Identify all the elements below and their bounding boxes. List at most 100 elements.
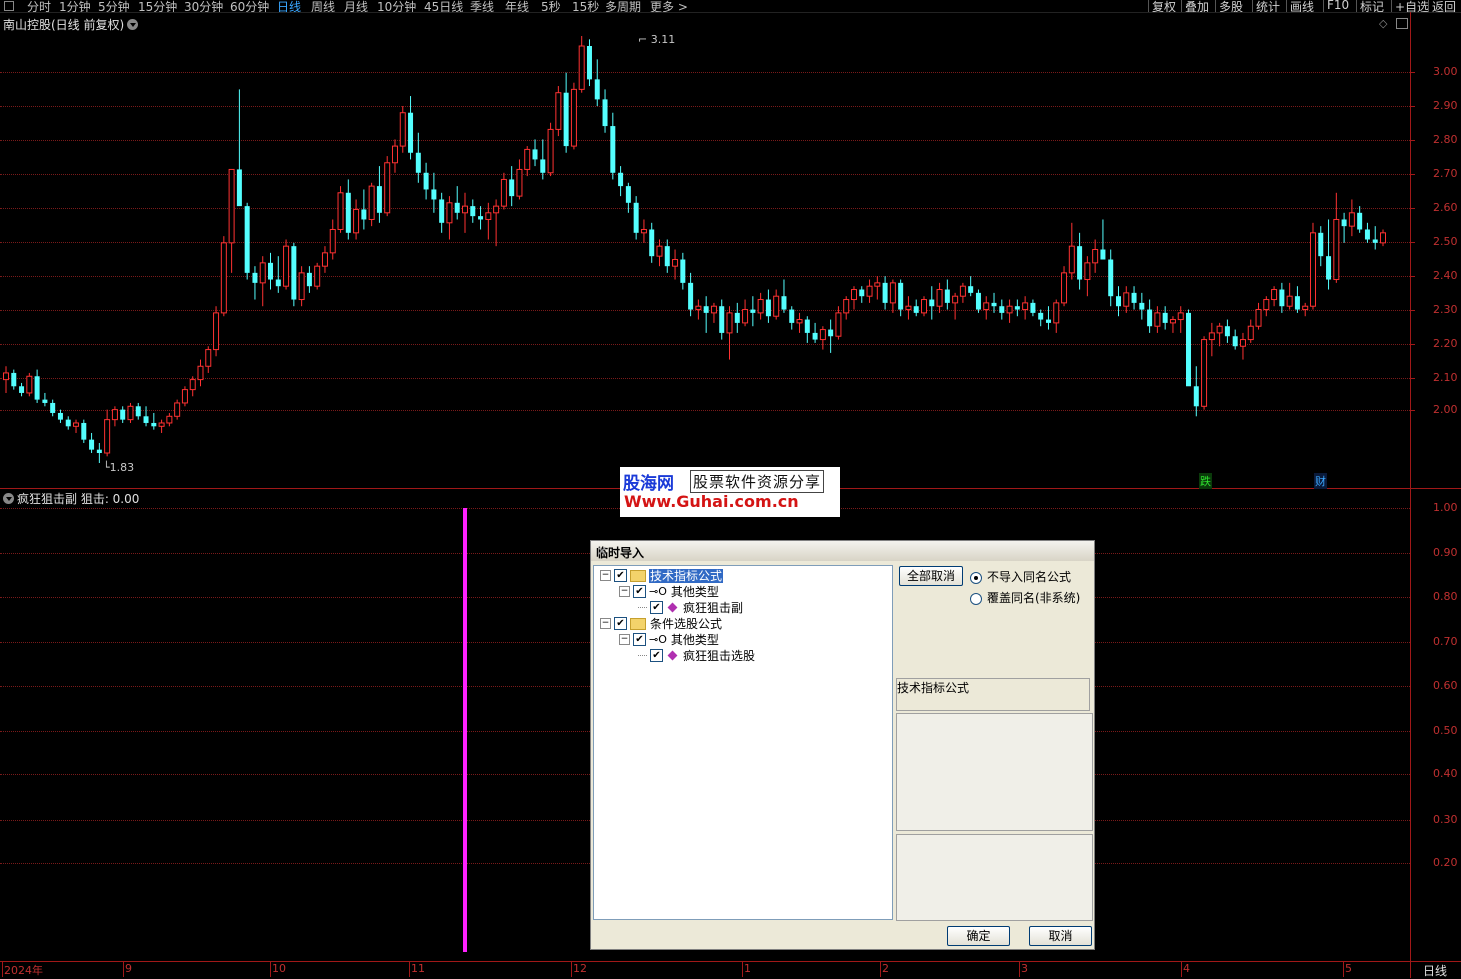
- candle-body: [120, 409, 126, 420]
- cancel-button[interactable]: 取消: [1029, 926, 1092, 946]
- x-tick-mark: [880, 962, 881, 977]
- detail-panel[interactable]: [896, 834, 1093, 921]
- candle-body: [252, 272, 258, 283]
- indicator-title[interactable]: 疯狂狙击副 狙击: 0.00: [3, 490, 139, 507]
- candle-body: [158, 422, 165, 427]
- candle-body: [672, 259, 679, 267]
- tree-node-label: 技术指标公式: [649, 569, 724, 583]
- radio-empty-icon: [970, 592, 982, 605]
- marker-die[interactable]: 跌: [1199, 473, 1212, 489]
- candle-body: [866, 285, 873, 297]
- candle-body: [57, 412, 63, 420]
- candle-body: [431, 189, 437, 200]
- tree-node-label: 其他类型: [670, 633, 719, 647]
- candle-body: [446, 202, 453, 224]
- indicator-y-tick-label: 0.70: [1433, 635, 1458, 648]
- chevron-down-icon[interactable]: [3, 493, 14, 504]
- formula-tree[interactable]: − ✔ 技术指标公式 − ✔ ⊸O 其他类型 ✔ 疯狂狙击副 − ✔ 条件选股公式 − ✔ ⊸O 其他类型 ✔ 疯…: [593, 565, 893, 920]
- candle-body: [439, 199, 445, 223]
- checkbox-checked-icon[interactable]: ✔: [650, 601, 663, 614]
- candle-body: [89, 439, 95, 450]
- candle-body: [991, 302, 997, 307]
- candle-body: [485, 212, 492, 220]
- collapse-icon[interactable]: −: [619, 634, 630, 645]
- candle-body: [306, 272, 312, 287]
- tree-node[interactable]: ✔ 疯狂狙击副: [638, 599, 744, 615]
- candle-body: [42, 399, 48, 403]
- candle-body: [1333, 218, 1340, 281]
- cancel-all-button[interactable]: 全部取消: [899, 566, 963, 586]
- candle-body: [968, 286, 974, 293]
- candle-body: [391, 145, 398, 164]
- candle-body: [1216, 325, 1223, 334]
- candle-body: [1030, 302, 1036, 313]
- checkbox-checked-icon[interactable]: ✔: [650, 649, 663, 662]
- collapse-icon[interactable]: −: [600, 618, 611, 629]
- ok-button[interactable]: 确定: [947, 926, 1010, 946]
- candle-body: [921, 299, 927, 314]
- tree-node[interactable]: − ✔ ⊸O 其他类型: [619, 631, 720, 647]
- description-panel[interactable]: [896, 713, 1093, 831]
- candle-body: [345, 192, 351, 233]
- tree-node[interactable]: − ✔ 条件选股公式: [600, 615, 723, 631]
- watermark-subtitle: 股票软件资源分享: [690, 470, 825, 493]
- candle-body: [213, 312, 220, 351]
- high-price-label: ⌐ 3.11: [638, 33, 676, 46]
- checkbox-checked-icon[interactable]: ✔: [614, 617, 627, 630]
- tree-node[interactable]: ✔ 疯狂狙击选股: [638, 647, 756, 663]
- candle-body: [1193, 386, 1199, 407]
- info-panel: 技术指标公式: [896, 678, 1090, 711]
- candle-body: [1239, 339, 1246, 347]
- candle-body: [493, 205, 500, 214]
- tree-node[interactable]: − ✔ ⊸O 其他类型: [619, 583, 720, 599]
- candle-body: [734, 312, 740, 323]
- marker-cai[interactable]: 财: [1314, 473, 1327, 489]
- candle-body: [804, 319, 810, 333]
- candle-body: [415, 152, 421, 173]
- candle-body: [104, 419, 111, 454]
- candle-body: [384, 162, 391, 214]
- candle-body: [376, 186, 382, 213]
- radio-no-import[interactable]: 不导入同名公式: [970, 568, 1071, 585]
- candle-body: [796, 319, 803, 324]
- toolbar-button-8[interactable]: 返回: [1428, 0, 1456, 12]
- tree-node[interactable]: − ✔ 技术指标公式: [600, 567, 724, 583]
- candle-body: [889, 282, 896, 304]
- checkbox-checked-icon[interactable]: ✔: [633, 585, 646, 598]
- x-tick-label: 11: [411, 962, 425, 975]
- indicator-y-tick-label: 1.00: [1433, 501, 1458, 514]
- candle-body: [952, 295, 959, 304]
- x-tick-label: 5: [1345, 962, 1352, 975]
- candle-body: [765, 299, 771, 317]
- candle-body: [789, 309, 795, 323]
- collapse-icon[interactable]: −: [600, 570, 611, 581]
- x-tick-label: 1: [744, 962, 751, 975]
- period-indicator[interactable]: 日线: [1423, 962, 1447, 979]
- candle-body: [259, 262, 266, 284]
- candle-body: [625, 186, 631, 203]
- checkbox-checked-icon[interactable]: ✔: [633, 633, 646, 646]
- dialog-titlebar[interactable]: 临时导入 ✕: [591, 541, 1094, 561]
- formula-icon: [667, 602, 678, 613]
- candle-body: [1123, 292, 1130, 307]
- candle-body: [1302, 305, 1309, 311]
- radio-overwrite[interactable]: 覆盖同名(非系统): [970, 589, 1080, 606]
- candle-body: [1068, 245, 1075, 274]
- x-tick-label: 2: [882, 962, 889, 975]
- collapse-icon[interactable]: −: [619, 586, 630, 597]
- candle-body: [1115, 296, 1121, 307]
- high-price-value: 3.11: [650, 33, 676, 46]
- candle-body: [1108, 259, 1114, 297]
- close-icon[interactable]: ✕: [596, 544, 1089, 560]
- x-tick-label: 9: [125, 962, 132, 975]
- candle-body: [773, 295, 780, 317]
- tree-node-label: 疯狂狙击副: [683, 601, 744, 615]
- candle-body: [423, 172, 429, 190]
- candle-body: [905, 305, 912, 311]
- x-tick-mark: [409, 962, 410, 977]
- tree-node-label: 疯狂狙击选股: [683, 649, 756, 663]
- checkbox-checked-icon[interactable]: ✔: [614, 569, 627, 582]
- candle-body: [454, 202, 460, 213]
- candle-body: [524, 148, 531, 170]
- y-tick-label: 2.50: [1433, 235, 1458, 248]
